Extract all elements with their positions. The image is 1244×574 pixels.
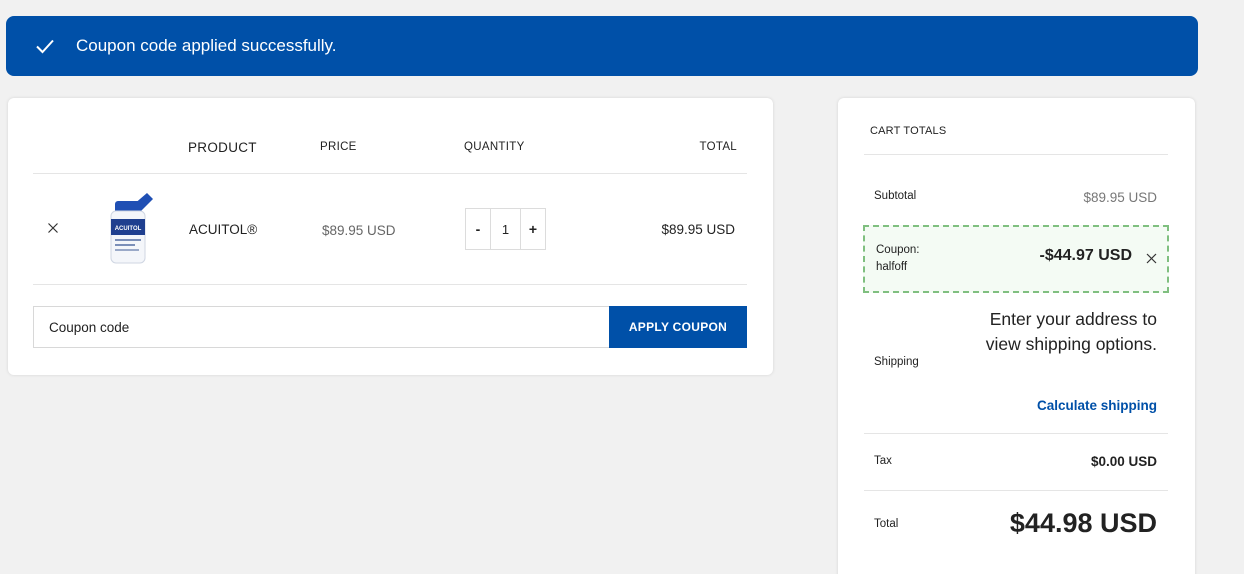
product-bottle-icon[interactable]: ACUITOL xyxy=(103,191,155,267)
cart-totals-title: CART TOTALS xyxy=(870,125,947,137)
cart-totals-card: CART TOTALS Subtotal $89.95 USD Coupon: … xyxy=(838,98,1195,574)
remove-coupon-icon[interactable] xyxy=(1146,251,1157,264)
coupon-discount-value: -$44.97 USD xyxy=(1039,247,1133,264)
tax-label: Tax xyxy=(874,455,892,467)
quantity-increase-button[interactable]: + xyxy=(521,209,545,249)
coupon-label: Coupon: halfoff xyxy=(876,242,919,276)
calculate-shipping-link[interactable]: Calculate shipping xyxy=(1037,398,1157,413)
divider xyxy=(864,154,1168,155)
quantity-value[interactable]: 1 xyxy=(490,209,521,249)
cart-table-header: PRODUCT PRICE QUANTITY TOTAL xyxy=(33,126,747,174)
subtotal-label: Subtotal xyxy=(874,190,917,202)
remove-item-icon[interactable] xyxy=(47,221,59,233)
header-product: PRODUCT xyxy=(188,140,257,155)
header-total: TOTAL xyxy=(699,141,737,153)
coupon-code-input[interactable] xyxy=(33,306,609,348)
quantity-stepper: - 1 + xyxy=(465,208,546,250)
applied-coupon-box: Coupon: halfoff -$44.97 USD xyxy=(863,225,1169,293)
cart-table-card: PRODUCT PRICE QUANTITY TOTAL ACUITOL ACU… xyxy=(8,98,773,375)
product-line-total: $89.95 USD xyxy=(661,222,735,237)
product-price: $89.95 USD xyxy=(322,223,396,238)
apply-coupon-button[interactable]: APPLY COUPON xyxy=(609,306,747,348)
product-name[interactable]: ACUITOL® xyxy=(189,222,257,237)
divider xyxy=(864,433,1168,434)
tax-value: $0.00 USD xyxy=(1090,454,1157,469)
notice-message: Coupon code applied successfully. xyxy=(76,36,337,55)
quantity-decrease-button[interactable]: - xyxy=(466,209,490,249)
header-price: PRICE xyxy=(320,141,357,153)
subtotal-value: $89.95 USD xyxy=(1083,190,1157,205)
divider xyxy=(864,490,1168,491)
checkmark-icon xyxy=(34,35,56,57)
cart-item-row: ACUITOL ACUITOL® $89.95 USD - 1 + $89.95… xyxy=(33,175,747,285)
total-label: Total xyxy=(874,518,899,530)
svg-text:ACUITOL: ACUITOL xyxy=(115,226,142,232)
shipping-label: Shipping xyxy=(874,356,919,368)
coupon-code-name: halfoff xyxy=(876,261,908,273)
order-total-value: $44.98 USD xyxy=(1009,508,1157,538)
coupon-label-prefix: Coupon: xyxy=(876,244,920,256)
shipping-info-text: Enter your address to view shipping opti… xyxy=(985,309,1157,354)
header-quantity: QUANTITY xyxy=(464,141,525,153)
success-notice: Coupon code applied successfully. xyxy=(6,16,1198,76)
